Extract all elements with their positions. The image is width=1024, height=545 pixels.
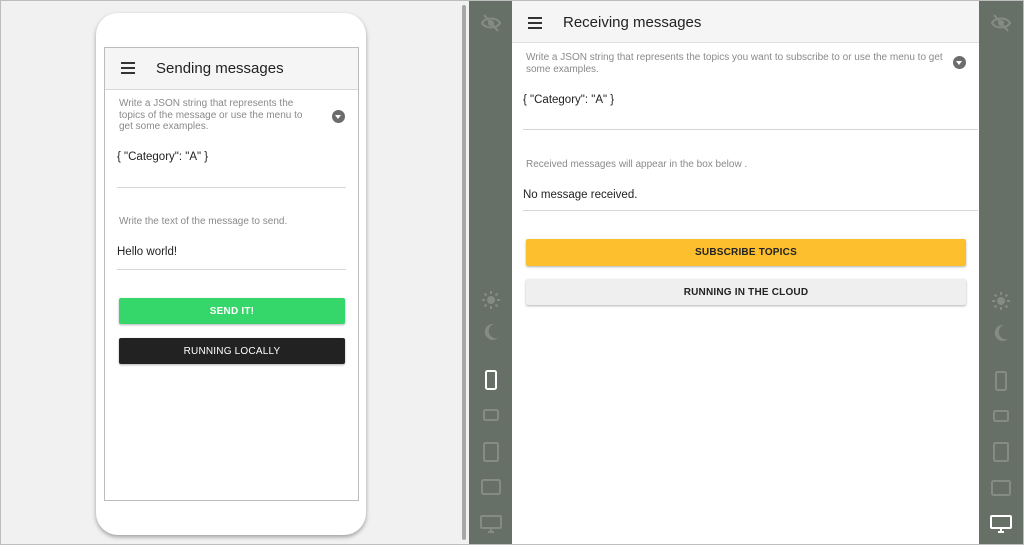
phone-landscape-icon[interactable]: [993, 410, 1009, 422]
desktop-icon[interactable]: [479, 515, 502, 533]
message-input-underline: [117, 269, 346, 270]
phone-portrait-icon[interactable]: [484, 370, 497, 390]
receiver-app-screen: Receiving messages Write a JSON string t…: [512, 1, 979, 544]
pane-splitter[interactable]: [462, 5, 466, 540]
topics-input-underline: [117, 187, 346, 188]
eye-off-icon[interactable]: [480, 13, 502, 33]
message-input[interactable]: Hello world!: [117, 246, 177, 258]
phone-portrait-icon[interactable]: [995, 371, 1007, 391]
received-box-underline: [523, 210, 978, 211]
topics-input-underline: [523, 129, 978, 130]
running-in-cloud-button[interactable]: RUNNING IN THE CLOUD: [526, 279, 966, 305]
sender-app-bar: Sending messages: [105, 48, 358, 90]
sun-icon[interactable]: [991, 291, 1011, 311]
received-messages-box: No message received.: [523, 189, 638, 201]
tablet-landscape-icon[interactable]: [480, 479, 501, 495]
hamburger-menu-icon[interactable]: [121, 62, 135, 74]
page-title: Sending messages: [156, 60, 284, 77]
tablet-portrait-icon[interactable]: [993, 442, 1009, 462]
hamburger-menu-icon[interactable]: [528, 17, 542, 29]
send-button[interactable]: SEND IT!: [119, 298, 345, 324]
phone-landscape-icon[interactable]: [482, 409, 499, 421]
subscribe-topics-button[interactable]: SUBSCRIBE TOPICS: [526, 239, 966, 266]
running-locally-button[interactable]: RUNNING LOCALLY: [119, 338, 345, 364]
moon-icon[interactable]: [482, 322, 500, 342]
sender-app-screen: Sending messages Write a JSON string tha…: [104, 47, 359, 501]
eye-off-icon[interactable]: [990, 13, 1012, 33]
phone-frame: Sending messages Write a JSON string tha…: [96, 13, 366, 535]
desktop-icon[interactable]: [990, 515, 1012, 533]
received-hint: Received messages will appear in the box…: [526, 159, 748, 170]
tablet-portrait-icon[interactable]: [482, 442, 499, 462]
examples-dropdown-icon[interactable]: [332, 110, 345, 123]
examples-dropdown-icon[interactable]: [953, 56, 966, 69]
sun-icon[interactable]: [481, 290, 501, 310]
page-title: Receiving messages: [563, 14, 702, 31]
moon-icon[interactable]: [992, 323, 1010, 343]
topics-hint: Write a JSON string that represents the …: [526, 52, 943, 75]
device-toolbar-left: [469, 1, 512, 544]
message-hint: Write the text of the message to send.: [119, 216, 288, 227]
topics-hint: Write a JSON string that represents the …: [119, 98, 303, 132]
topics-input[interactable]: { "Category": "A" }: [117, 151, 208, 163]
topics-input[interactable]: { "Category": "A" }: [523, 94, 614, 106]
sender-preview-area: Sending messages Write a JSON string tha…: [1, 1, 467, 544]
tablet-landscape-icon[interactable]: [991, 480, 1011, 496]
device-toolbar-right: [979, 1, 1023, 544]
receiver-app-bar: Receiving messages: [512, 1, 979, 43]
